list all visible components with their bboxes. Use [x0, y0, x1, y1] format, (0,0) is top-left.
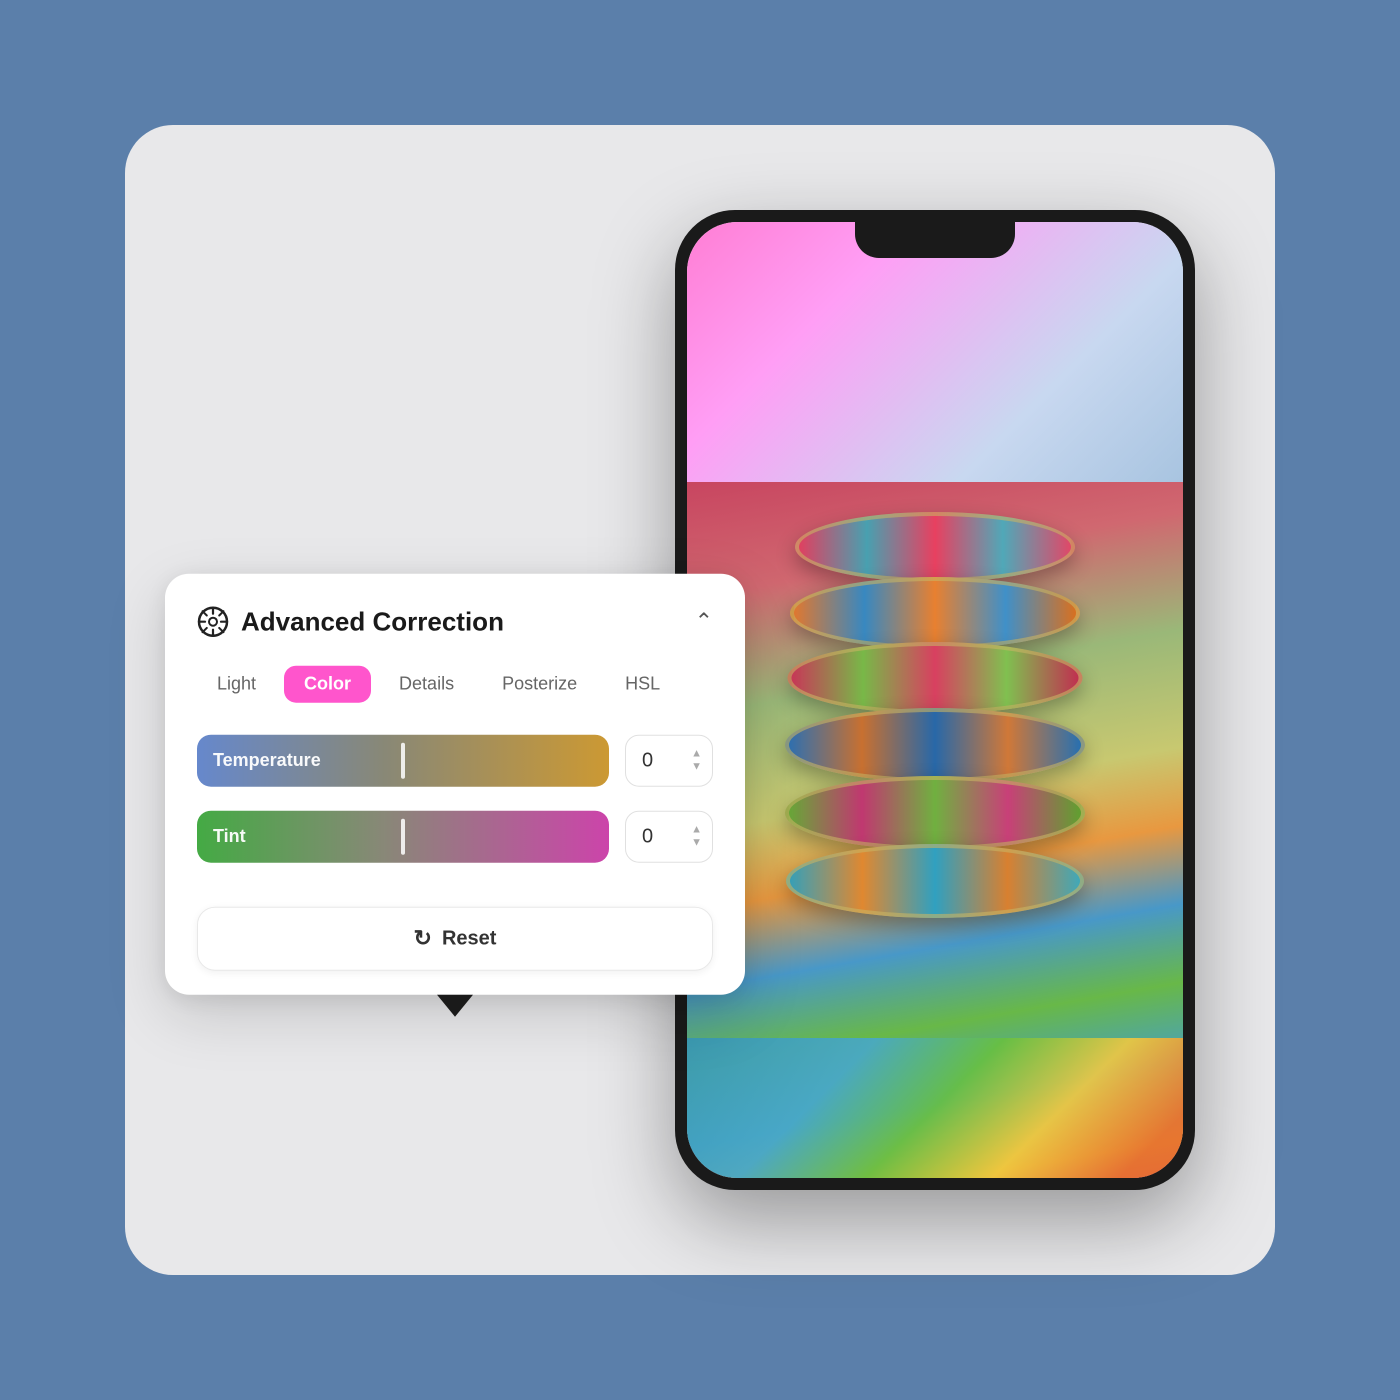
reset-button[interactable]: ↻ Reset — [197, 907, 713, 971]
tab-posterize[interactable]: Posterize — [482, 666, 597, 703]
reset-label: Reset — [442, 927, 496, 950]
tint-up-arrow[interactable]: ▲ — [691, 825, 702, 836]
panel-header: Advanced Correction ⌃ — [197, 606, 713, 638]
tint-slider-handle — [401, 819, 405, 855]
panel-header-left: Advanced Correction — [197, 606, 504, 638]
temperature-down-arrow[interactable]: ▼ — [691, 762, 702, 773]
phone-mockup — [675, 210, 1195, 1190]
tabs-container: Light Color Details Posterize HSL — [197, 666, 713, 703]
reset-area: ↻ Reset — [197, 887, 713, 995]
tooltip-pointer-arrow — [437, 995, 473, 1017]
tint-label: Tint — [213, 826, 246, 847]
phone-screen — [687, 222, 1183, 1178]
main-card: Advanced Correction ⌃ Light Color Detail… — [125, 125, 1275, 1275]
tint-arrows[interactable]: ▲ ▼ — [691, 825, 702, 849]
tab-hsl[interactable]: HSL — [605, 666, 680, 703]
temperature-slider-track[interactable]: Temperature — [197, 735, 609, 787]
advanced-correction-panel: Advanced Correction ⌃ Light Color Detail… — [165, 574, 745, 995]
tint-slider-container: Tint 0 ▲ ▼ — [197, 811, 713, 863]
temperature-arrows[interactable]: ▲ ▼ — [691, 749, 702, 773]
temperature-value: 0 — [642, 749, 653, 772]
tint-value: 0 — [642, 825, 653, 848]
phone-screen-gradient — [687, 222, 1183, 482]
phone-photo-area — [687, 482, 1183, 1178]
temperature-up-arrow[interactable]: ▲ — [691, 749, 702, 760]
temperature-value-box: 0 ▲ ▼ — [625, 735, 713, 787]
temperature-slider-container: Temperature 0 ▲ ▼ — [197, 735, 713, 787]
temperature-label: Temperature — [213, 750, 321, 771]
phone-notch — [855, 222, 1015, 258]
temperature-slider-handle — [401, 743, 405, 779]
tab-details[interactable]: Details — [379, 666, 474, 703]
panel-title: Advanced Correction — [241, 606, 504, 637]
tint-value-box: 0 ▲ ▼ — [625, 811, 713, 863]
chevron-up-icon[interactable]: ⌃ — [695, 609, 713, 635]
temperature-slider-row: Temperature 0 ▲ ▼ — [197, 735, 713, 787]
tint-slider-track[interactable]: Tint — [197, 811, 609, 863]
reset-icon: ↻ — [414, 926, 432, 952]
tint-slider-row: Tint 0 ▲ ▼ — [197, 811, 713, 863]
tint-down-arrow[interactable]: ▼ — [691, 838, 702, 849]
tab-light[interactable]: Light — [197, 666, 276, 703]
tab-color[interactable]: Color — [284, 666, 371, 703]
settings-circle-icon — [197, 606, 229, 638]
